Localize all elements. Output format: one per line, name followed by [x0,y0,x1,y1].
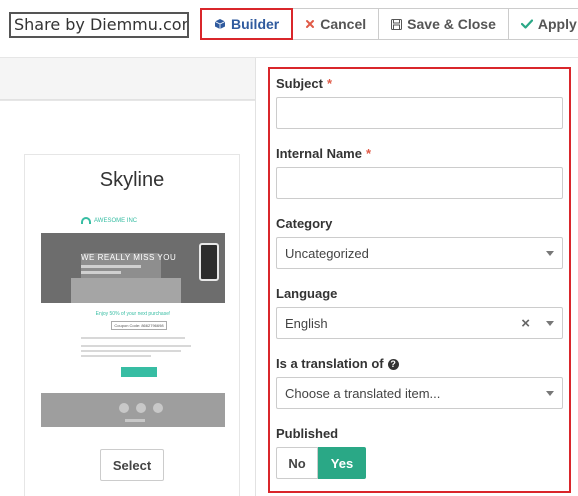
preview-hero-line [81,265,141,268]
preview-text-line [81,355,151,357]
social-icon [136,403,146,413]
preview-coupon: Coupon Code: 8662796698 [111,321,167,330]
subject-input[interactable] [276,97,563,129]
translation-group: Is a translation of ? Choose a translate… [276,355,563,409]
social-icon [153,403,163,413]
select-template-button[interactable]: Select [100,449,164,481]
builder-button-label: Builder [231,16,280,32]
save-close-button[interactable]: Save & Close [379,8,509,40]
preview-footer [41,393,225,427]
preview-offer: Enjoy 50% of your next purchase! [95,311,171,317]
translation-select[interactable]: Choose a translated item... [276,377,563,409]
preview-brand: AWESOME INC [94,217,138,224]
language-label: Language [276,286,338,301]
apply-button[interactable]: Apply [508,8,578,40]
category-label: Category [276,216,333,231]
preview-cta-button [121,367,157,377]
phone-image [199,243,219,281]
check-icon [520,19,533,29]
template-name: Skyline [99,169,165,191]
cube-icon [214,18,226,30]
builder-panel-header [0,58,255,100]
preview-hero-line [81,271,121,274]
save-close-button-label: Save & Close [407,16,496,32]
subject-label-text: Subject [276,76,323,91]
language-group: Language English × [276,285,563,339]
chevron-down-icon [546,390,554,396]
action-toolbar: Builder Cancel Save & Close Apply [200,8,578,44]
social-icon [119,403,129,413]
published-toggle: No Yes [276,447,563,479]
chevron-down-icon [546,250,554,256]
clear-icon[interactable]: × [521,315,530,332]
internal-name-label: Internal Name * [276,145,563,163]
chevron-down-icon [546,320,554,326]
save-icon [391,18,403,30]
brand-logo-icon [81,217,91,224]
language-value: English [285,315,328,331]
template-card: Skyline AWESOME INC WE REALLY MISS YOU E… [24,154,240,496]
published-no-option[interactable]: No [276,447,318,479]
preview-text-line [81,350,181,352]
cancel-button[interactable]: Cancel [293,8,380,40]
published-group: Published No Yes [276,425,563,479]
hands-image [71,278,181,303]
preview-logo: AWESOME INC [81,217,137,224]
apply-button-label: Apply [537,16,577,32]
category-value: Uncategorized [285,245,369,261]
preview-hero: WE REALLY MISS YOU [41,233,225,303]
panel-divider [255,58,256,496]
subject-label: Subject * [276,75,563,93]
close-icon [305,19,315,29]
translation-label-text: Is a translation of [276,356,384,371]
builder-button[interactable]: Builder [200,8,294,40]
required-marker: * [326,76,333,91]
cancel-button-label: Cancel [320,16,367,32]
category-group: Category Uncategorized [276,215,563,269]
published-label: Published [276,426,339,441]
translation-placeholder: Choose a translated item... [285,385,441,401]
preview-text-line [81,345,191,347]
preview-footer-text [125,419,145,422]
email-editor-page: Share by Diemmu.com Builder Cancel Save … [0,0,578,496]
email-properties-form: Subject * Internal Name * Category Uncat… [268,67,571,493]
watermark-label: Share by Diemmu.com [9,12,189,38]
template-preview-image: AWESOME INC WE REALLY MISS YOU Enjoy 50%… [41,215,225,427]
preview-divider [81,337,185,339]
required-marker: * [365,146,372,161]
category-select[interactable]: Uncategorized [276,237,563,269]
preview-hero-text: WE REALLY MISS YOU [81,253,177,262]
internal-name-input[interactable] [276,167,563,199]
published-yes-option[interactable]: Yes [318,447,366,479]
language-select[interactable]: English × [276,307,563,339]
internal-name-label-text: Internal Name [276,146,362,161]
internal-name-group: Internal Name * [276,145,563,199]
subject-group: Subject * [276,75,563,129]
help-icon[interactable]: ? [387,358,399,370]
translation-label: Is a translation of ? [276,355,563,373]
